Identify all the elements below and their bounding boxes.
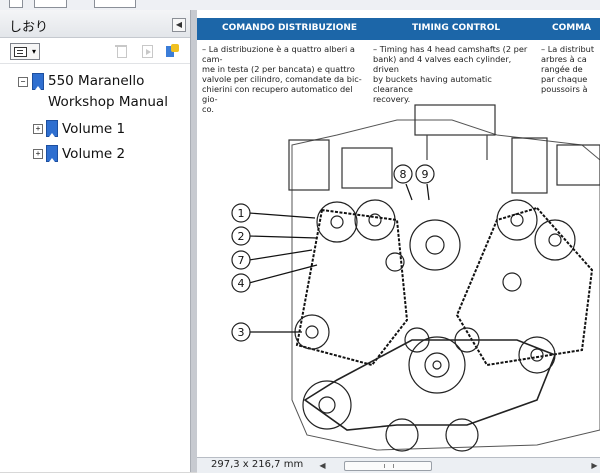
engine-timing-diagram: 1 2 7 4 3 8 9: [231, 104, 600, 452]
text-line: – La distribuzione è a quattro alberi a …: [202, 44, 355, 64]
chevron-down-icon: ▾: [31, 47, 36, 56]
page-field-fragment[interactable]: [9, 0, 23, 8]
text-line: par chaque: [541, 74, 588, 84]
search-field-fragment[interactable]: [94, 0, 136, 8]
status-bar: 297,3 x 216,7 mm ◀ ▶: [197, 457, 600, 473]
trash-icon[interactable]: [114, 44, 128, 58]
header-italian: COMANDO DISTRIBUZIONE: [222, 23, 358, 33]
bookmarks-panel-title: しおり: [9, 20, 49, 35]
expand-toggle[interactable]: +: [33, 124, 43, 134]
bookmark-item-volume-1[interactable]: + Volume 1: [0, 120, 190, 140]
header-english: TIMING CONTROL: [412, 23, 501, 33]
list-options-icon: [14, 47, 27, 57]
callout-7: 7: [238, 254, 245, 267]
text-line: arbres à ca: [541, 54, 587, 64]
chevron-left-icon[interactable]: ◀: [172, 18, 186, 32]
new-bookmark-icon[interactable]: [165, 44, 179, 58]
bookmark-label: 550 Maranello: [48, 73, 145, 89]
text-line: – Timing has 4 head camshafts (2 per: [373, 44, 528, 54]
scroll-right-arrow-icon[interactable]: ▶: [589, 460, 600, 471]
bookmark-label: Volume 2: [62, 146, 126, 162]
collapse-toggle[interactable]: −: [18, 77, 28, 87]
document-viewport[interactable]: COMANDO DISTRIBUZIONE TIMING CONTROL COM…: [197, 10, 600, 457]
column-french: – La distribut arbres à ca rangée de par…: [541, 44, 600, 94]
expand-bookmark-icon[interactable]: [140, 44, 154, 58]
section-header-bar: COMANDO DISTRIBUZIONE TIMING CONTROL COM…: [197, 18, 600, 40]
scroll-thumb[interactable]: [344, 461, 432, 471]
callout-9: 9: [422, 168, 429, 181]
text-line: poussoirs à: [541, 84, 588, 94]
callout-1: 1: [238, 207, 245, 220]
text-line: – La distribut: [541, 44, 595, 54]
bookmark-label: Volume 1: [62, 121, 126, 137]
horizontal-scrollbar[interactable]: ◀ ▶: [317, 460, 600, 471]
bookmark-item-volume-2[interactable]: + Volume 2: [0, 145, 190, 165]
expand-toggle[interactable]: +: [33, 149, 43, 159]
bookmark-icon: [46, 120, 58, 137]
text-line: bank) and 4 valves each cylinder, driven: [373, 54, 512, 74]
page-size-readout: 297,3 x 216,7 mm: [211, 459, 304, 470]
callout-3: 3: [238, 326, 245, 339]
bookmark-label-line2: Workshop Manual: [48, 94, 168, 110]
text-line: rangée de: [541, 64, 583, 74]
bookmark-root[interactable]: − 550 Maranello Workshop Manual: [0, 72, 190, 114]
options-menu-button[interactable]: ▾: [10, 43, 40, 60]
zoom-field-fragment[interactable]: [34, 0, 67, 8]
callout-8: 8: [400, 168, 407, 181]
text-line: by buckets having automatic clearance: [373, 74, 492, 94]
bookmarks-panel-header: しおり ◀: [0, 10, 190, 38]
column-english: – Timing has 4 head camshafts (2 per ban…: [373, 44, 533, 104]
text-line: valvole per cilindro, comandate da bic-: [202, 74, 362, 84]
scroll-left-arrow-icon[interactable]: ◀: [317, 460, 328, 471]
text-line: me in testa (2 per bancata) e quattro: [202, 64, 355, 74]
callout-4: 4: [238, 277, 245, 290]
callout-2: 2: [238, 230, 245, 243]
bookmark-icon: [46, 145, 58, 162]
header-french: COMMA: [552, 23, 592, 33]
bookmarks-toolbar: ▾: [0, 38, 190, 64]
bookmark-icon: [32, 73, 44, 90]
bookmarks-panel: しおり ◀ ▾ − 550 Maranello Workshop Manual …: [0, 10, 191, 472]
